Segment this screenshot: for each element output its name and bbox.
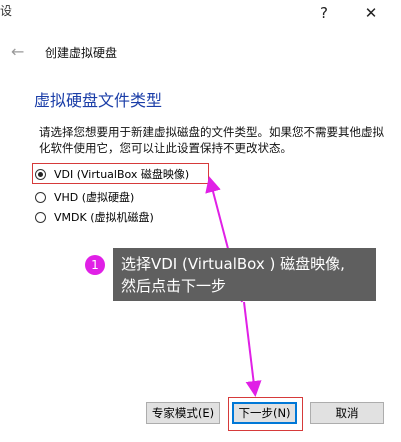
- instruction-callout: 选择VDI (VirtualBox ) 磁盘映像, 然后点击下一步: [113, 248, 376, 301]
- wizard-title: 创建虚拟硬盘: [45, 46, 118, 60]
- option-vmdk[interactable]: VMDK (虚拟机磁盘): [35, 209, 154, 225]
- title-bar: 设 ? ✕: [0, 0, 401, 30]
- cancel-button[interactable]: 取消: [310, 402, 384, 424]
- page-heading: 虚拟硬盘文件类型: [34, 91, 163, 110]
- help-icon[interactable]: ?: [310, 4, 338, 22]
- expert-mode-button[interactable]: 专家模式(E): [146, 402, 220, 424]
- option-vhd-label: VHD (虚拟硬盘): [54, 191, 135, 204]
- arrow-to-next: [243, 301, 262, 397]
- window-title-fragment: 设: [0, 4, 13, 18]
- step-badge: 1: [85, 255, 105, 275]
- callout-line-2: 然后点击下一步: [121, 277, 227, 295]
- option-vhd[interactable]: VHD (虚拟硬盘): [35, 189, 134, 205]
- option-vmdk-label: VMDK (虚拟机磁盘): [54, 211, 154, 224]
- next-highlight-box: [228, 397, 303, 431]
- radio-vhd[interactable]: [35, 191, 46, 203]
- vdi-highlight-box: [32, 163, 209, 184]
- callout-line-1: 选择VDI (VirtualBox ) 磁盘映像,: [121, 255, 345, 273]
- radio-vmdk[interactable]: [35, 211, 46, 223]
- back-arrow-icon[interactable]: ←: [11, 42, 24, 61]
- description-text: 请选择您想要用于新建虚拟磁盘的文件类型。如果您不需要其他虚拟化软件使用它，您可以…: [39, 125, 384, 155]
- close-icon[interactable]: ✕: [357, 4, 385, 22]
